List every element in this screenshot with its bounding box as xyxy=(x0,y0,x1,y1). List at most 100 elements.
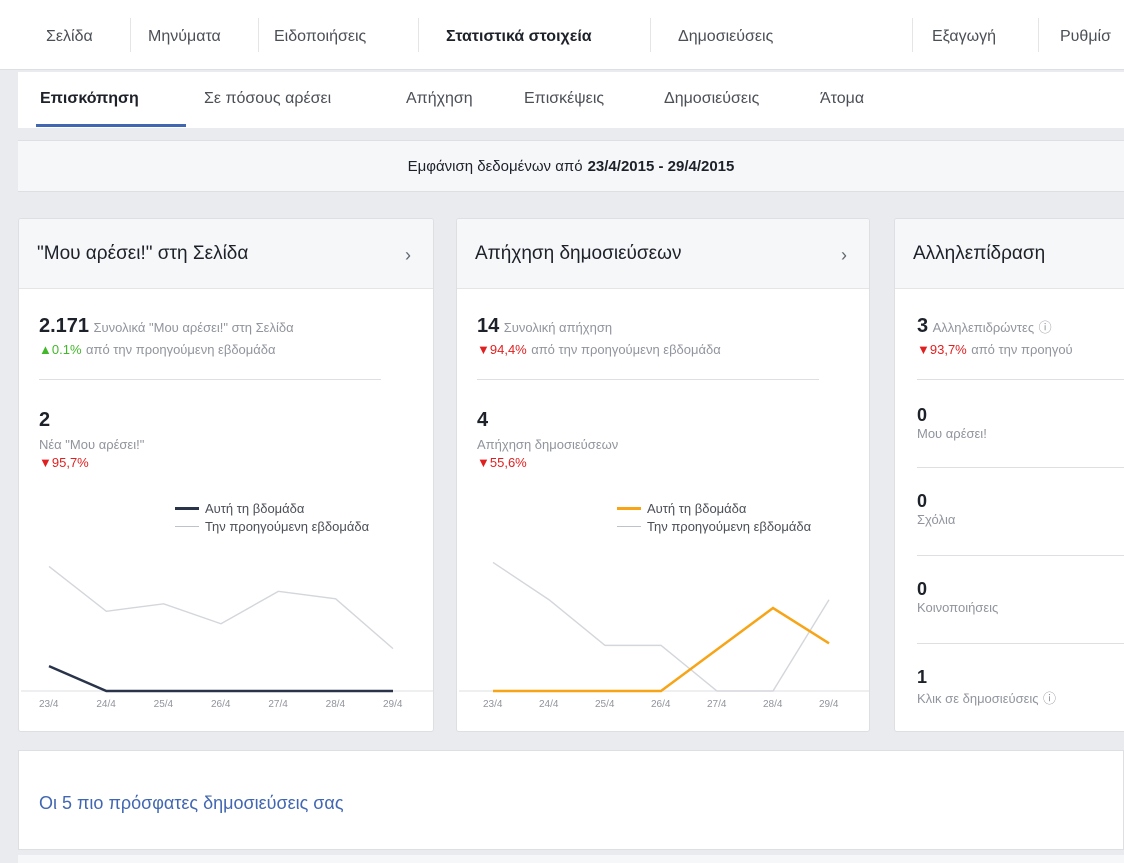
page-likes-card: "Μου αρέσει!" στη Σελίδα › 2.171 Συνολικ… xyxy=(18,218,434,732)
total-likes-change: ▲0.1% από την προηγούμενη εβδομάδα xyxy=(39,341,276,359)
shares-label: Κοινοποιήσεις xyxy=(917,600,999,615)
engagement-card-title: Αλληλεπίδραση xyxy=(913,242,1046,264)
engagement-card: Αλληλεπίδραση 3 Αλληλεπιδρώντες ⓘ ▼93,7%… xyxy=(894,218,1124,732)
x-tick-label: 26/4 xyxy=(651,699,671,710)
tab-notifications[interactable]: Ειδοποιήσεις xyxy=(274,0,366,70)
chevron-right-icon[interactable]: › xyxy=(841,245,847,266)
new-likes-change: ▼95,7% xyxy=(39,455,89,470)
total-engaged-change: ▼93,7% από την προηγού xyxy=(917,341,1073,359)
tab-divider xyxy=(912,18,913,52)
subtab-people[interactable]: Άτομα xyxy=(820,72,864,128)
tab-messages[interactable]: Μηνύματα xyxy=(148,0,221,70)
total-reach-change: ▼94,4% από την προηγούμενη εβδομάδα xyxy=(477,341,721,359)
post-reach-value: 4 xyxy=(477,409,489,431)
x-tick-label: 26/4 xyxy=(211,699,231,710)
total-reach-change-suffix: από την προηγούμενη εβδομάδα xyxy=(531,342,721,357)
total-reach: 14 Συνολική απήχηση xyxy=(477,315,612,338)
engagement-item: 0 Σχόλια xyxy=(917,491,955,527)
sub-nav: Επισκόπηση Σε πόσους αρέσει Απήχηση Επισ… xyxy=(18,72,1124,128)
date-range-prefix: Εμφάνιση δεδομένων από xyxy=(407,157,583,175)
shares-count: 0 xyxy=(917,579,928,599)
x-tick-label: 25/4 xyxy=(153,699,174,710)
legend-swatch-prev-week xyxy=(617,525,641,527)
total-reach-change-value: ▼94,4% xyxy=(477,342,527,357)
recent-posts-panel: Οι 5 πιο πρόσφατες δημοσιεύσεις σας xyxy=(18,750,1124,850)
total-reach-value: 14 xyxy=(477,315,500,337)
legend-swatch-prev-week xyxy=(175,525,199,527)
divider xyxy=(917,467,1124,468)
series-line-prev-week xyxy=(492,561,830,692)
divider xyxy=(917,555,1124,556)
total-likes-change-suffix: από την προηγούμενη εβδομάδα xyxy=(85,342,276,357)
x-tick-label: 28/4 xyxy=(763,699,783,710)
info-icon[interactable]: ⓘ xyxy=(1043,691,1056,706)
page-likes-line-chart xyxy=(21,565,433,693)
new-likes-value: 2 xyxy=(39,409,51,431)
x-tick-label: 27/4 xyxy=(707,699,727,710)
post-reach-card-header[interactable]: Απήχηση δημοσιεύσεων › xyxy=(457,219,869,289)
subtab-posts[interactable]: Δημοσιεύσεις xyxy=(664,72,759,128)
table-header-strip xyxy=(18,855,1124,863)
total-engaged-change-suffix: από την προηγού xyxy=(971,342,1073,357)
tab-divider xyxy=(258,18,259,52)
x-tick-label: 24/4 xyxy=(96,699,116,710)
subtab-visits[interactable]: Επισκέψεις xyxy=(524,72,604,128)
active-tab-indicator xyxy=(36,124,186,127)
total-engaged-value: 3 xyxy=(917,315,929,337)
post-reach-card-title: Απήχηση δημοσιεύσεων xyxy=(475,242,682,264)
x-tick-label: 29/4 xyxy=(819,699,839,710)
post-clicks-count: 1 xyxy=(917,667,928,687)
total-likes-value: 2.171 xyxy=(39,315,90,337)
engagement-item: 1 Κλικ σε δημοσιεύσεις ⓘ xyxy=(917,667,1056,708)
divider xyxy=(917,643,1124,644)
tab-divider xyxy=(650,18,651,52)
recent-posts-link[interactable]: Οι 5 πιο πρόσφατες δημοσιεύσεις σας xyxy=(39,793,344,814)
post-reach-label: Απήχηση δημοσιεύσεων xyxy=(477,437,619,452)
subtab-reach[interactable]: Απήχηση xyxy=(406,72,473,128)
x-tick-label: 27/4 xyxy=(268,699,288,710)
post-clicks-label: Κλικ σε δημοσιεύσεις xyxy=(917,691,1039,706)
total-engaged-change-value: ▼93,7% xyxy=(917,342,967,357)
subtab-overview[interactable]: Επισκόπηση xyxy=(40,72,139,128)
x-tick-label: 29/4 xyxy=(383,699,403,710)
total-likes-label: Συνολικά "Μου αρέσει!" στη Σελίδα xyxy=(93,320,294,335)
legend-swatch-this-week xyxy=(175,506,199,510)
post-reach-card: Απήχηση δημοσιεύσεων › 14 Συνολική απήχη… xyxy=(456,218,870,732)
comments-count: 0 xyxy=(917,491,928,511)
new-likes-label: Νέα "Μου αρέσει!" xyxy=(39,437,145,452)
date-range-bar: Εμφάνιση δεδομένων από 23/4/2015 - 29/4/… xyxy=(18,140,1124,192)
post-reach-change: ▼55,6% xyxy=(477,455,527,470)
legend-swatch-this-week xyxy=(617,506,641,510)
chevron-right-icon[interactable]: › xyxy=(405,245,411,266)
tab-divider xyxy=(418,18,419,52)
legend-this-week: Αυτή τη βδομάδα xyxy=(647,500,747,516)
series-line-this-week xyxy=(493,606,830,693)
reach-chart-legend: Αυτή τη βδομάδα Την προηγούμενη εβδομάδα xyxy=(617,499,811,535)
legend-prev-week: Την προηγούμενη εβδομάδα xyxy=(647,518,812,534)
info-icon[interactable]: ⓘ xyxy=(1039,320,1052,335)
total-likes: 2.171 Συνολικά "Μου αρέσει!" στη Σελίδα xyxy=(39,315,294,338)
x-tick-label: 23/4 xyxy=(39,699,59,710)
tab-settings[interactable]: Ρυθμίσ xyxy=(1060,0,1111,70)
total-engaged-label: Αλληλεπιδρώντες xyxy=(932,320,1035,335)
tab-insights[interactable]: Στατιστικά στοιχεία xyxy=(446,0,592,70)
divider xyxy=(477,379,819,380)
total-reach-label: Συνολική απήχηση xyxy=(503,320,613,335)
top-nav: Σελίδα Μηνύματα Ειδοποιήσεις Στατιστικά … xyxy=(0,0,1124,70)
tab-publishing-tools[interactable]: Δημοσιεύσεις xyxy=(678,0,773,70)
tab-divider xyxy=(1038,18,1039,52)
likes-label: Μου αρέσει! xyxy=(917,426,987,441)
engagement-item: 0 Μου αρέσει! xyxy=(917,405,987,441)
engagement-card-header[interactable]: Αλληλεπίδραση xyxy=(895,219,1124,289)
page-likes-card-header[interactable]: "Μου αρέσει!" στη Σελίδα › xyxy=(19,219,433,289)
total-likes-change-value: ▲0.1% xyxy=(39,342,82,357)
legend-prev-week: Την προηγούμενη εβδομάδα xyxy=(205,518,370,534)
divider xyxy=(39,379,381,380)
date-range-value[interactable]: 23/4/2015 - 29/4/2015 xyxy=(588,158,735,175)
page-likes-card-title: "Μου αρέσει!" στη Σελίδα xyxy=(37,242,249,264)
tab-page[interactable]: Σελίδα xyxy=(46,0,93,70)
subtab-likes[interactable]: Σε πόσους αρέσει xyxy=(204,72,331,128)
comments-label: Σχόλια xyxy=(917,512,956,527)
tab-export[interactable]: Εξαγωγή xyxy=(932,0,996,70)
x-tick-label: 25/4 xyxy=(595,699,615,710)
